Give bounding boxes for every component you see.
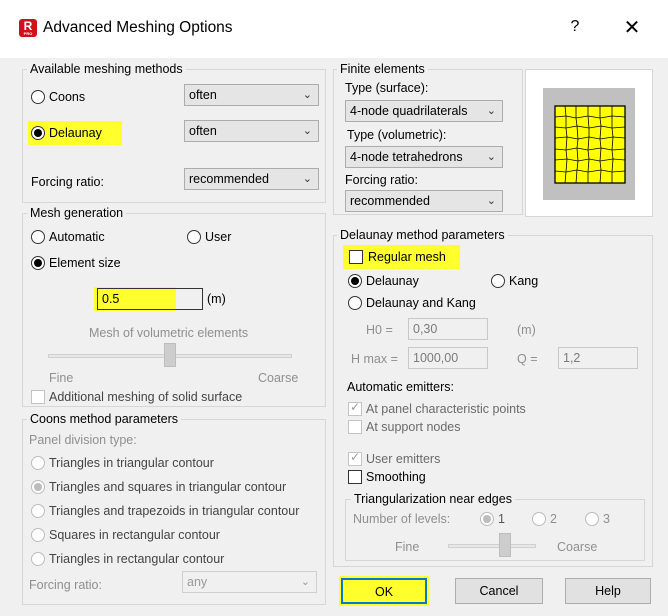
- delaunay-params-legend: Delaunay method parameters: [337, 228, 508, 242]
- cancel-button[interactable]: Cancel: [455, 578, 543, 604]
- user-emitters-label: User emitters: [366, 452, 441, 466]
- q-label: Q =: [517, 352, 538, 366]
- user-emitters-checkbox[interactable]: [348, 450, 362, 466]
- coons-radio[interactable]: [31, 90, 45, 104]
- fine-label: Fine: [49, 371, 74, 385]
- meshing-methods-legend: Available meshing methods: [27, 62, 186, 76]
- support-nodes-checkbox[interactable]: [348, 420, 362, 434]
- coons-option-label: Triangles in rectangular contour: [49, 552, 225, 566]
- coons-option-radio[interactable]: [31, 456, 45, 470]
- volumetric-mesh-label: Mesh of volumetric elements: [89, 326, 249, 340]
- edge-fine-label: Fine: [395, 540, 420, 554]
- hmax-label: H max =: [351, 352, 398, 366]
- near-edges-group: [345, 499, 645, 561]
- regular-mesh-checkbox[interactable]: [349, 250, 363, 264]
- additional-meshing-checkbox[interactable]: [31, 390, 45, 404]
- element-size-unit: (m): [207, 292, 226, 306]
- volumetric-type-label: Type (volumetric):: [347, 128, 447, 142]
- coons-option-label: Triangles and trapezoids in triangular c…: [49, 504, 300, 518]
- coons-forcing-label: Forcing ratio:: [29, 578, 102, 592]
- panel-division-label: Panel division type:: [29, 433, 137, 447]
- delaunay-radio[interactable]: [31, 126, 45, 140]
- auto-emitters-label: Automatic emitters:: [347, 380, 454, 394]
- delaunay-method-label: Delaunay: [366, 274, 419, 288]
- volumetric-type-select[interactable]: 4-node tetrahedrons ⌄: [345, 146, 503, 168]
- coons-option-label: Squares in rectangular contour: [49, 528, 220, 542]
- window-title: Advanced Meshing Options: [43, 19, 233, 36]
- panel-points-label: At panel characteristic points: [366, 402, 526, 416]
- delaunay-label: Delaunay: [49, 126, 102, 140]
- h0-input[interactable]: 0,30: [408, 318, 488, 340]
- user-label: User: [205, 230, 232, 244]
- level-3-label: 3: [603, 512, 610, 526]
- chevron-down-icon: ⌄: [486, 105, 496, 117]
- smoothing-label: Smoothing: [366, 470, 426, 484]
- near-edges-legend: Triangularization near edges: [351, 492, 515, 506]
- h0-unit: (m): [517, 323, 536, 337]
- coons-option-radio[interactable]: [31, 504, 45, 518]
- level-2-radio[interactable]: [532, 512, 546, 526]
- h0-label: H0 =: [366, 323, 393, 337]
- mesh-preview-image: [525, 69, 653, 217]
- edge-slider-thumb[interactable]: [499, 533, 511, 557]
- fe-forcing-select[interactable]: recommended ⌄: [345, 190, 503, 212]
- chevron-down-icon: ⌄: [486, 151, 496, 163]
- surface-type-select[interactable]: 4-node quadrilaterals ⌄: [345, 100, 503, 122]
- coons-option-label: Triangles and squares in triangular cont…: [49, 480, 287, 494]
- forcing-ratio-label: Forcing ratio:: [31, 175, 104, 189]
- volumetric-slider-thumb[interactable]: [164, 343, 176, 367]
- help-icon[interactable]: ?: [566, 18, 584, 36]
- kang-radio[interactable]: [491, 274, 505, 288]
- element-size-label: Element size: [49, 256, 121, 270]
- element-size-input[interactable]: 0.5: [97, 288, 203, 310]
- close-icon[interactable]: ✕: [620, 15, 644, 40]
- level-3-radio[interactable]: [585, 512, 599, 526]
- delaunay-kang-label: Delaunay and Kang: [366, 296, 476, 310]
- delaunay-method-radio[interactable]: [348, 274, 362, 288]
- level-1-radio[interactable]: [480, 512, 494, 526]
- automatic-label: Automatic: [49, 230, 105, 244]
- chevron-down-icon: ⌄: [486, 195, 496, 207]
- app-icon: R PRO: [19, 19, 37, 37]
- level-1-label: 1: [498, 512, 505, 526]
- mesh-generation-legend: Mesh generation: [27, 206, 127, 220]
- user-radio[interactable]: [187, 230, 201, 244]
- fe-forcing-label: Forcing ratio:: [345, 173, 418, 187]
- q-input[interactable]: 1,2: [558, 347, 638, 369]
- quad-mesh-icon: [543, 88, 635, 200]
- coons-option-radio[interactable]: [31, 528, 45, 542]
- coons-frequency-select[interactable]: often ⌄: [184, 84, 319, 106]
- delaunay-frequency-select[interactable]: often ⌄: [184, 120, 319, 142]
- ok-button[interactable]: OK: [341, 578, 427, 604]
- delaunay-kang-radio[interactable]: [348, 296, 362, 310]
- coons-label: Coons: [49, 90, 86, 104]
- coarse-label: Coarse: [258, 371, 299, 385]
- automatic-radio[interactable]: [31, 230, 45, 244]
- edge-coarse-label: Coarse: [557, 540, 598, 554]
- help-button[interactable]: Help: [565, 578, 651, 604]
- chevron-down-icon: ⌄: [302, 173, 312, 185]
- coons-option-label: Triangles in triangular contour: [49, 456, 214, 470]
- level-2-label: 2: [550, 512, 557, 526]
- hmax-input[interactable]: 1000,00: [408, 347, 488, 369]
- coons-params-legend: Coons method parameters: [27, 412, 181, 426]
- coons-forcing-select[interactable]: any ⌄: [182, 571, 317, 593]
- levels-label: Number of levels:: [353, 512, 451, 526]
- support-nodes-label: At support nodes: [366, 420, 461, 434]
- chevron-down-icon: ⌄: [302, 125, 312, 137]
- smoothing-checkbox[interactable]: [348, 470, 362, 484]
- forcing-ratio-select[interactable]: recommended ⌄: [184, 168, 319, 190]
- panel-points-checkbox[interactable]: [348, 400, 362, 416]
- kang-label: Kang: [509, 274, 539, 288]
- regular-mesh-label: Regular mesh: [368, 250, 446, 264]
- additional-meshing-label: Additional meshing of solid surface: [49, 390, 243, 404]
- surface-type-label: Type (surface):: [345, 81, 429, 95]
- chevron-down-icon: ⌄: [302, 89, 312, 101]
- finite-elements-legend: Finite elements: [337, 62, 428, 76]
- coons-option-radio[interactable]: [31, 552, 45, 566]
- chevron-down-icon: ⌄: [300, 576, 310, 588]
- edge-slider-track: [448, 544, 536, 548]
- element-size-radio[interactable]: [31, 256, 45, 270]
- coons-option-radio[interactable]: [31, 480, 45, 494]
